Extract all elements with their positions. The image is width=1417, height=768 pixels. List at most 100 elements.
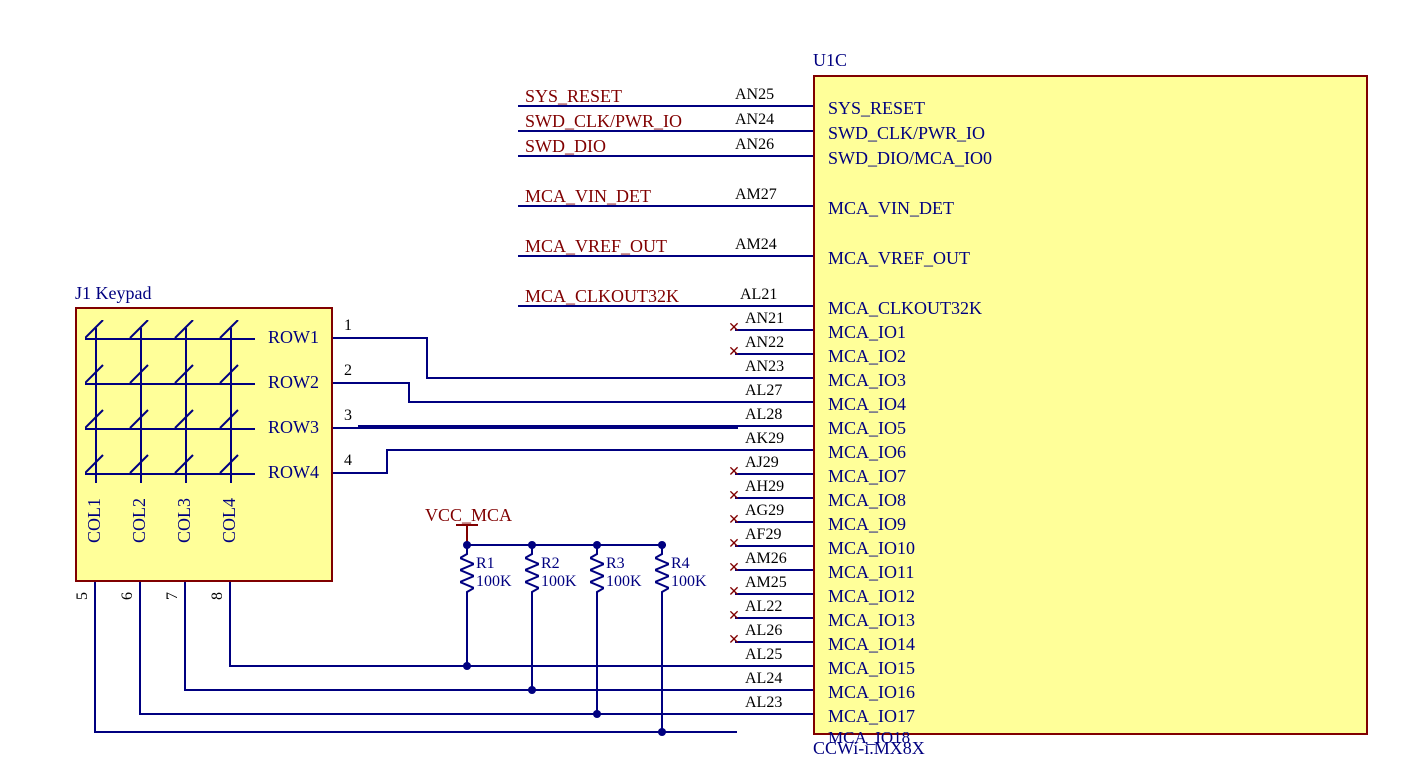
pin-name: SYS_RESET — [828, 98, 925, 119]
wire — [358, 382, 410, 384]
pin-number: AL26 — [745, 622, 782, 640]
pin-stub — [333, 337, 358, 339]
wire — [661, 598, 663, 733]
wire — [408, 401, 737, 403]
pin-number: AN23 — [745, 358, 784, 376]
wire — [408, 382, 410, 403]
wire — [229, 607, 231, 667]
pin-number: AN21 — [745, 310, 784, 328]
res-ref: R3 — [606, 555, 625, 573]
keypad-ref: J1 Keypad — [75, 283, 151, 304]
nc-icon: ✕ — [728, 611, 740, 623]
keypad-switches — [85, 320, 255, 480]
power-bar — [456, 524, 478, 526]
wire — [596, 598, 598, 715]
wire — [94, 607, 96, 733]
wire — [426, 337, 428, 379]
pin-stub — [735, 425, 813, 427]
pin-name: MCA_IO6 — [828, 442, 906, 463]
pin-stub — [735, 497, 813, 499]
pin-name: MCA_IO2 — [828, 346, 906, 367]
pin-num: 1 — [344, 317, 352, 335]
col-label: COL2 — [129, 498, 150, 543]
nc-icon: ✕ — [728, 539, 740, 551]
nc-icon: ✕ — [728, 635, 740, 647]
resistor — [655, 548, 669, 598]
col-label: COL4 — [219, 498, 240, 543]
nc-icon: ✕ — [728, 323, 740, 335]
net-label: SWD_CLK/PWR_IO — [525, 111, 682, 132]
pin-name: MCA_IO9 — [828, 514, 906, 535]
nc-icon: ✕ — [728, 587, 740, 599]
wire — [139, 713, 737, 715]
pin-stub — [735, 665, 813, 667]
pin-number: AL24 — [745, 670, 782, 688]
wire — [466, 544, 666, 546]
pin-num: 6 — [119, 592, 137, 600]
pin-name: MCA_IO16 — [828, 682, 915, 703]
pin-name: MCA_IO18 — [828, 728, 910, 748]
res-val: 100K — [671, 573, 707, 591]
pin-number: AN25 — [735, 86, 774, 104]
pin-number: AJ29 — [745, 454, 779, 472]
pin-name: MCA_IO3 — [828, 370, 906, 391]
col-label: COL3 — [174, 498, 195, 543]
pin-name: MCA_IO17 — [828, 706, 915, 727]
nc-icon: ✕ — [728, 515, 740, 527]
row-label: ROW4 — [268, 462, 319, 483]
resistor — [525, 548, 539, 598]
pin-stub — [735, 641, 813, 643]
pin-name: MCA_IO12 — [828, 586, 915, 607]
net-label: MCA_CLKOUT32K — [525, 286, 679, 307]
wire — [386, 449, 737, 451]
pin-number: AH29 — [745, 478, 784, 496]
wire — [358, 425, 737, 427]
pin-number: AM25 — [745, 574, 787, 592]
pin-number: AL21 — [740, 286, 777, 304]
pin-stub — [333, 427, 358, 429]
pin-number: AL27 — [745, 382, 782, 400]
wire — [358, 337, 428, 339]
row-label: ROW2 — [268, 372, 319, 393]
pin-stub — [735, 617, 813, 619]
pin-name: MCA_IO11 — [828, 562, 914, 583]
pin-stub — [333, 382, 358, 384]
row-label: ROW1 — [268, 327, 319, 348]
pin-stub — [735, 377, 813, 379]
pin-number: AN24 — [735, 111, 774, 129]
res-val: 100K — [606, 573, 642, 591]
pin-name: SWD_DIO/MCA_IO0 — [828, 148, 992, 169]
pin-name: MCA_IO5 — [828, 418, 906, 439]
row-label: ROW3 — [268, 417, 319, 438]
res-ref: R2 — [541, 555, 560, 573]
pin-number: AL28 — [745, 406, 782, 424]
wire — [466, 598, 468, 667]
wire — [139, 607, 141, 715]
pin-name: MCA_IO7 — [828, 466, 906, 487]
pin-stub — [735, 521, 813, 523]
nc-icon: ✕ — [728, 491, 740, 503]
pin-num: 3 — [344, 407, 352, 425]
net-label: MCA_VREF_OUT — [525, 236, 667, 257]
nc-icon: ✕ — [728, 563, 740, 575]
net-label: SWD_DIO — [525, 136, 606, 157]
pin-stub — [735, 449, 813, 451]
pin-name: MCA_IO14 — [828, 634, 915, 655]
pin-name: SWD_CLK/PWR_IO — [828, 123, 985, 144]
pin-num: 8 — [209, 592, 227, 600]
pin-number: AK29 — [745, 430, 784, 448]
pin-stub — [184, 582, 186, 607]
nc-icon: ✕ — [728, 347, 740, 359]
pin-stub — [735, 593, 813, 595]
wire — [386, 449, 388, 474]
resistor — [590, 548, 604, 598]
pin-number: AL25 — [745, 646, 782, 664]
pin-number: AN26 — [735, 136, 774, 154]
junction-dot — [593, 710, 601, 718]
wire — [426, 377, 737, 379]
junction-dot — [463, 662, 471, 670]
pin-name: MCA_IO4 — [828, 394, 906, 415]
pin-number: AL23 — [745, 694, 782, 712]
pin-number: AF29 — [745, 526, 781, 544]
pin-num: 2 — [344, 362, 352, 380]
